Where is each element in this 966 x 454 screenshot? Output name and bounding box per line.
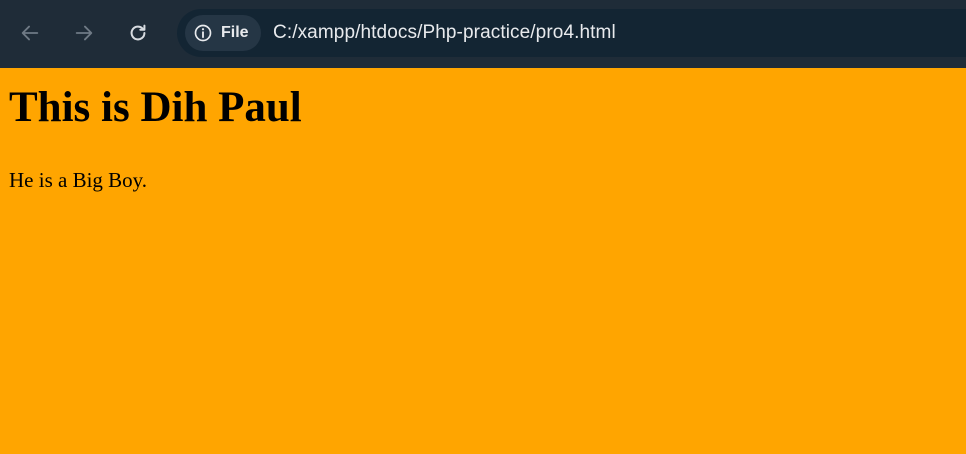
page-heading: This is Dih Paul: [9, 84, 302, 131]
reload-button[interactable]: [122, 17, 154, 49]
info-circle-icon: [194, 24, 212, 42]
site-info-chip[interactable]: File: [185, 15, 261, 51]
arrow-left-icon: [21, 25, 39, 41]
reload-icon: [130, 24, 146, 41]
site-info-label: File: [221, 24, 249, 41]
arrow-right-icon: [75, 25, 93, 41]
forward-button[interactable]: [68, 17, 100, 49]
url-text[interactable]: C:/xampp/htdocs/Php-practice/pro4.html: [273, 22, 616, 44]
address-bar[interactable]: File C:/xampp/htdocs/Php-practice/pro4.h…: [177, 9, 966, 57]
page-paragraph: He is a Big Boy.: [9, 168, 148, 192]
browser-toolbar: File C:/xampp/htdocs/Php-practice/pro4.h…: [0, 0, 966, 68]
back-button[interactable]: [14, 17, 46, 49]
page-content: This is Dih Paul He is a Big Boy.: [0, 68, 966, 454]
